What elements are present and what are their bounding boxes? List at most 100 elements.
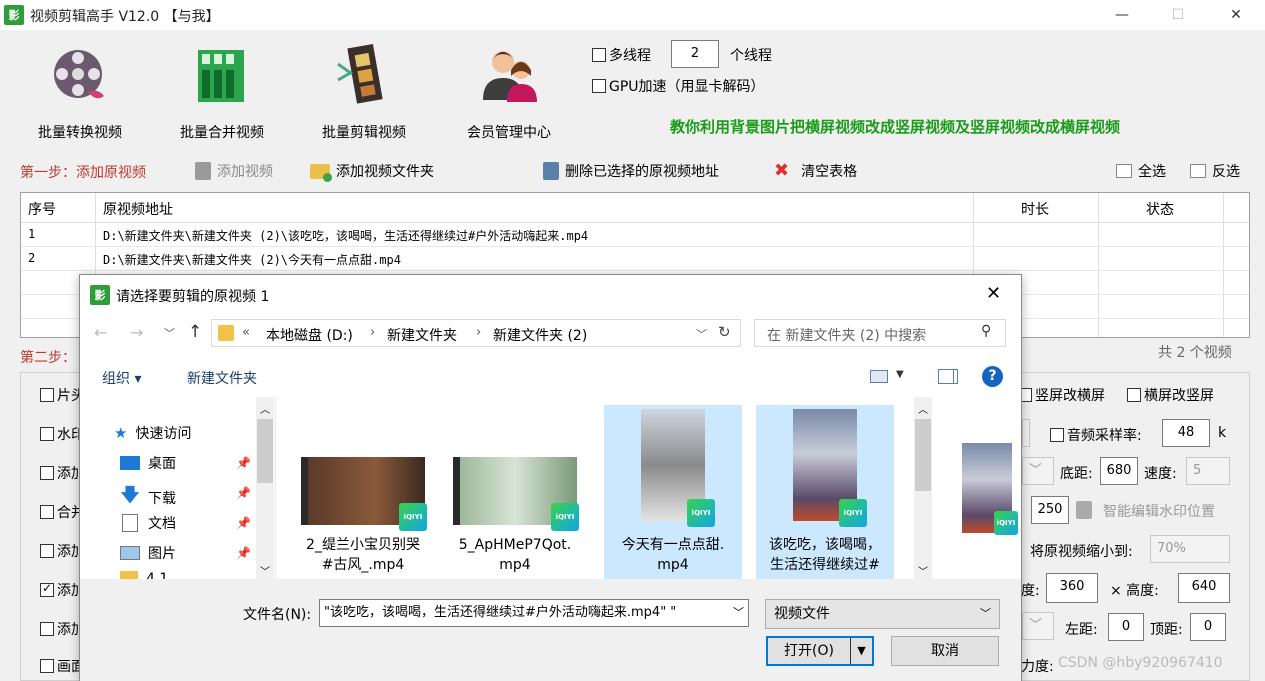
- size-250-input[interactable]: 250: [1031, 496, 1069, 524]
- breadcrumb-drive[interactable]: 本地磁盘 (D:): [266, 325, 353, 345]
- invert-select-button[interactable]: 反选: [1190, 161, 1240, 181]
- speed-select[interactable]: 5: [1186, 457, 1230, 485]
- vert-to-horiz-option[interactable]: 竖屏改横屏: [1018, 385, 1105, 405]
- scroll-down-icon[interactable]: ﹀: [260, 563, 270, 578]
- refresh-icon[interactable]: ↻: [718, 323, 731, 341]
- file-list[interactable]: iQIYI 2_缇兰小宝贝别哭 #古风_.mp4 iQIYI 5_ApHMeP7Q…: [275, 397, 1022, 579]
- shrink-select[interactable]: 70%: [1150, 535, 1230, 563]
- add-video-button[interactable]: 添加视频: [195, 161, 273, 181]
- checkbox[interactable]: [40, 466, 54, 480]
- files-scrollbar[interactable]: ︿ ﹀: [914, 397, 932, 579]
- scroll-thumb[interactable]: [257, 419, 273, 483]
- col-status[interactable]: 状态: [1146, 199, 1174, 219]
- tutorial-link[interactable]: 教你利用背景图片把横屏视频改成竖屏视频及竖屏视频改成横屏视频: [670, 116, 1120, 137]
- preview-pane-icon[interactable]: [938, 369, 958, 384]
- audio-rate-input[interactable]: 48: [1162, 419, 1210, 447]
- file-item-selected[interactable]: iQIYI 今天有一点点甜. mp4: [604, 405, 742, 579]
- height-input[interactable]: 640: [1178, 573, 1230, 603]
- table-row[interactable]: 1 D:\新建文件夹\新建文件夹 (2)\该吃吃，该喝喝，生活还得继续过#户外活…: [21, 223, 1249, 247]
- pin-icon[interactable]: 📌: [236, 516, 251, 530]
- dialog-close-button[interactable]: ✕: [986, 283, 1001, 304]
- checkbox[interactable]: [1050, 428, 1064, 442]
- help-icon[interactable]: ?: [982, 366, 1003, 387]
- organize-menu[interactable]: 组织 ▾: [102, 368, 141, 388]
- width-input[interactable]: 360: [1046, 573, 1098, 603]
- forward-arrow-icon[interactable]: →: [130, 323, 143, 342]
- filename-input[interactable]: "该吃吃，该喝喝，生活还得继续过#户外活动嗨起来.mp4" " ﹀: [319, 599, 749, 627]
- view-options-icon[interactable]: [870, 370, 888, 383]
- checkbox[interactable]: [40, 505, 54, 519]
- search-icon[interactable]: ⚲: [981, 323, 991, 339]
- file-item[interactable]: iQIYI 5_ApHMeP7Qot. mp4: [446, 405, 584, 579]
- chevron-right-icon[interactable]: ›: [476, 325, 481, 340]
- batch-cut-button[interactable]: 批量剪辑视频: [304, 42, 424, 142]
- col-path[interactable]: 原视频地址: [103, 199, 173, 219]
- scroll-up-icon[interactable]: ︿: [260, 401, 270, 416]
- clear-table-button[interactable]: ✖ 清空表格: [774, 161, 857, 181]
- nav-folder-41[interactable]: 4.1: [120, 571, 168, 579]
- filetype-select[interactable]: 视频文件 ﹀: [765, 599, 1000, 629]
- scroll-up-icon[interactable]: ︿: [918, 401, 928, 416]
- audio-rate-option[interactable]: 音频采样率:: [1050, 425, 1142, 445]
- breadcrumb-folder[interactable]: 新建文件夹: [387, 325, 457, 345]
- new-folder-button[interactable]: 新建文件夹: [187, 368, 257, 388]
- chevron-down-icon[interactable]: ﹀: [980, 600, 991, 628]
- top-margin-input[interactable]: 0: [1190, 613, 1226, 641]
- recent-dropdown-icon[interactable]: ﹀: [164, 325, 175, 341]
- col-index[interactable]: 序号: [28, 199, 56, 219]
- nav-scrollbar[interactable]: ︿ ﹀: [256, 397, 274, 579]
- chevron-down-icon[interactable]: ﹀: [729, 600, 744, 626]
- maximize-button[interactable]: ☐: [1155, 0, 1201, 30]
- add-folder-button[interactable]: 添加视频文件夹: [310, 161, 434, 182]
- gpu-option[interactable]: GPU加速（用显卡解码）: [592, 76, 765, 96]
- cancel-button[interactable]: 取消: [891, 636, 999, 666]
- nav-desktop[interactable]: 桌面: [120, 453, 176, 473]
- nav-documents[interactable]: 文档: [120, 513, 176, 533]
- table-row[interactable]: 2 D:\新建文件夹\新建文件夹 (2)\今天有一点点甜.mp4: [21, 247, 1249, 271]
- nav-pictures[interactable]: 图片: [120, 543, 176, 563]
- bottom-margin-input[interactable]: 680: [1100, 457, 1138, 485]
- back-arrow-icon[interactable]: ←: [94, 323, 107, 342]
- gpu-checkbox[interactable]: [592, 79, 606, 93]
- checkbox[interactable]: [40, 388, 54, 402]
- breadcrumb-current[interactable]: 新建文件夹 (2): [493, 325, 587, 345]
- multithread-checkbox[interactable]: [592, 48, 606, 62]
- chevron-right-icon[interactable]: ›: [370, 325, 375, 340]
- checkbox-disabled[interactable]: [1076, 501, 1092, 519]
- delete-selected-button[interactable]: 删除已选择的原视频地址: [543, 161, 719, 181]
- dropdown-partial[interactable]: [1022, 419, 1030, 447]
- file-item-selected[interactable]: iQIYI 该吃吃，该喝喝， 生活还得继续过#: [756, 405, 894, 579]
- thread-count-input[interactable]: 2: [671, 40, 719, 68]
- batch-convert-button[interactable]: 批量转换视频: [20, 42, 140, 142]
- search-box[interactable]: 在 新建文件夹 (2) 中搜索 ⚲: [754, 319, 1006, 347]
- multithread-option[interactable]: 多线程: [592, 45, 651, 65]
- nav-downloads[interactable]: 🡇 下载: [120, 483, 176, 513]
- member-center-button[interactable]: 会员管理中心: [449, 42, 569, 142]
- breadcrumb-overflow[interactable]: «: [242, 325, 250, 340]
- close-button[interactable]: ✕: [1213, 0, 1259, 30]
- checkbox-checked[interactable]: [40, 581, 54, 597]
- chevron-down-icon[interactable]: ﹀: [696, 326, 707, 342]
- navigation-pane[interactable]: ★ 快速访问 桌面 🡇 下载 文档 图片 4.1 📌 📌 📌 📌 ︿ ﹀: [80, 397, 275, 579]
- select-all-button[interactable]: 全选: [1116, 161, 1166, 181]
- checkbox[interactable]: [40, 622, 54, 636]
- dropdown-partial[interactable]: ﹀: [1022, 457, 1054, 485]
- file-item[interactable]: iQIYI 2_缇兰小宝贝别哭 #古风_.mp4: [294, 405, 432, 579]
- pin-icon[interactable]: 📌: [236, 486, 251, 500]
- nav-quick-access[interactable]: ★ 快速访问: [114, 423, 191, 443]
- view-dropdown-icon[interactable]: ▼: [896, 369, 904, 380]
- minimize-button[interactable]: —: [1099, 0, 1145, 30]
- checkbox[interactable]: [40, 659, 54, 673]
- up-arrow-icon[interactable]: ↑: [188, 322, 202, 342]
- open-button[interactable]: 打开(O) ▼: [766, 636, 874, 666]
- batch-merge-button[interactable]: 批量合并视频: [162, 42, 282, 142]
- checkbox[interactable]: [40, 427, 54, 441]
- horiz-to-vert-option[interactable]: 横屏改竖屏: [1127, 385, 1214, 405]
- pin-icon[interactable]: 📌: [236, 546, 251, 560]
- scroll-thumb[interactable]: [915, 419, 931, 491]
- address-bar[interactable]: « 本地磁盘 (D:) › 新建文件夹 › 新建文件夹 (2) ﹀ ↻: [211, 319, 741, 347]
- open-dropdown-icon[interactable]: ▼: [850, 638, 872, 664]
- pin-icon[interactable]: 📌: [236, 456, 251, 470]
- col-duration[interactable]: 时长: [1021, 199, 1049, 219]
- checkbox[interactable]: [40, 544, 54, 558]
